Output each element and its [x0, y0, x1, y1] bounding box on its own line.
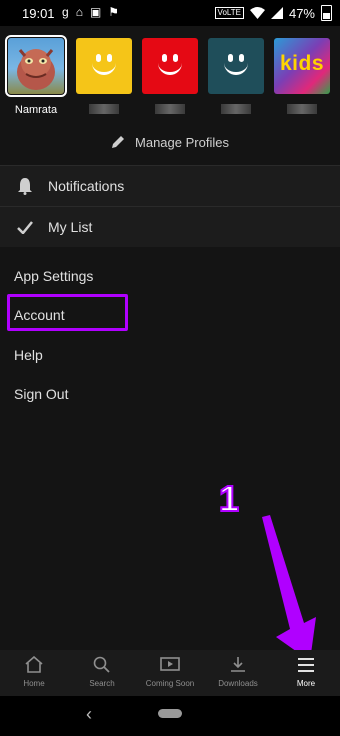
profile-avatar[interactable]	[142, 38, 198, 94]
profile-name	[142, 104, 198, 118]
smile-icon	[92, 62, 116, 75]
notification-icon: ⚑	[108, 5, 120, 19]
wifi-icon	[249, 7, 265, 19]
tab-label: Coming Soon	[145, 679, 195, 688]
tab-label: Search	[89, 679, 115, 688]
check-icon	[16, 220, 34, 234]
status-time: 19:01	[22, 6, 55, 21]
blurred-name	[221, 104, 251, 114]
tab-home[interactable]: Home	[0, 650, 68, 696]
blurred-name	[287, 104, 317, 114]
profile-name: Namrata	[14, 104, 58, 116]
notifications-item[interactable]: Notifications	[0, 165, 340, 206]
profile-avatar[interactable]: kids	[274, 38, 330, 94]
search-icon	[93, 656, 110, 673]
back-icon[interactable]: ‹	[86, 704, 92, 725]
manage-profiles-label: Manage Profiles	[135, 134, 229, 150]
profile-name	[208, 104, 264, 118]
notification-icon: g	[62, 5, 69, 19]
download-icon	[231, 657, 245, 672]
profile-avatar[interactable]	[5, 35, 67, 97]
tab-label: More	[296, 679, 316, 688]
profile-name	[274, 104, 330, 118]
profile-namrata[interactable]: Namrata	[5, 35, 67, 118]
profile-red[interactable]	[142, 38, 198, 118]
notification-icon: ▣	[89, 5, 102, 19]
status-bar: 19:01 g ⌂ ▣ ⚑ VoLTE 47%	[0, 0, 340, 26]
profile-avatar[interactable]	[208, 38, 264, 94]
smile-icon	[158, 62, 182, 75]
profile-yellow[interactable]	[76, 38, 132, 118]
menu-icon	[298, 658, 314, 672]
character-avatar-icon	[17, 49, 55, 90]
notification-icon: ⌂	[75, 5, 83, 19]
home-icon	[25, 656, 43, 673]
tab-search[interactable]: Search	[68, 650, 136, 696]
battery-icon	[321, 5, 332, 21]
smile-icon	[224, 62, 248, 75]
home-pill-button[interactable]	[158, 709, 182, 718]
my-list-item[interactable]: My List	[0, 206, 340, 247]
volte-badge: VoLTE	[214, 7, 244, 19]
profile-name	[76, 104, 132, 118]
signal-icon	[270, 7, 283, 19]
tab-label: Home	[23, 679, 45, 688]
annotation-arrow-icon	[262, 515, 316, 661]
battery-percent: 47%	[288, 5, 315, 21]
bottom-tab-bar: Home Search Coming Soon Downloads More	[0, 650, 340, 696]
status-right: VoLTE 47%	[214, 5, 332, 21]
profile-teal[interactable]	[208, 38, 264, 118]
sign-out-link[interactable]: Sign Out	[14, 386, 68, 402]
notifications-label: Notifications	[48, 178, 125, 194]
help-link[interactable]: Help	[14, 347, 43, 363]
app-settings-link[interactable]: App Settings	[14, 268, 93, 284]
status-notification-icons: g ⌂ ▣ ⚑	[62, 5, 119, 19]
coming-soon-icon	[160, 657, 180, 671]
bell-icon	[16, 177, 34, 195]
account-highlight-box	[7, 294, 128, 331]
blurred-name	[89, 104, 119, 114]
manage-profiles-button[interactable]: Manage Profiles	[0, 132, 340, 152]
annotation-number: 1	[218, 477, 240, 520]
blurred-name	[155, 104, 185, 114]
tab-downloads[interactable]: Downloads	[204, 650, 272, 696]
my-list-label: My List	[48, 219, 93, 235]
profile-avatar[interactable]	[76, 38, 132, 94]
tab-more[interactable]: More	[272, 650, 340, 696]
system-nav-bar: ‹	[0, 696, 340, 736]
tab-coming-soon[interactable]: Coming Soon	[136, 650, 204, 696]
pencil-icon	[112, 136, 125, 148]
kids-label: kids	[279, 52, 325, 75]
profile-kids[interactable]: kids	[274, 38, 330, 118]
tab-label: Downloads	[218, 679, 258, 688]
